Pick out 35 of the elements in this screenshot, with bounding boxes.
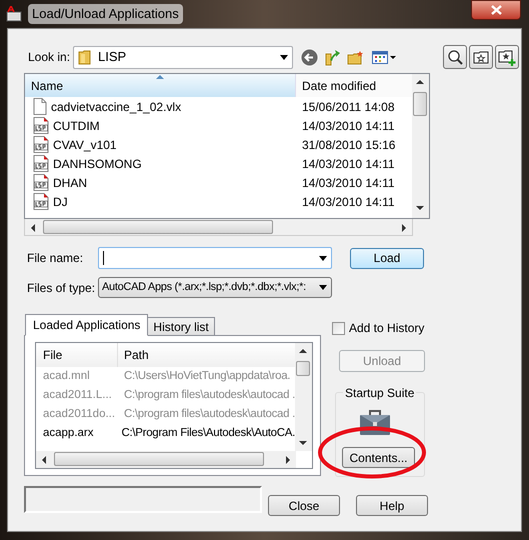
window-title: Load/Unload Applications [28, 4, 183, 24]
file-path: C:\Program Files\Autodesk\AutoCA. [120, 426, 296, 441]
file-name[interactable]: CVAV_v101 [53, 136, 117, 154]
contents-button[interactable]: Contents... [342, 447, 415, 468]
date-modified: 14/03/2010 14:11 [301, 156, 395, 172]
file-name[interactable]: DANHSOMONG [53, 154, 142, 172]
file-name[interactable]: DJ [53, 192, 68, 210]
date-modified: 14/03/2010 14:11 [301, 118, 395, 134]
look-in-dropdown[interactable]: LISP [73, 46, 293, 68]
file-column-header[interactable]: File [36, 343, 118, 367]
tab[interactable]: Loaded Applications [25, 314, 148, 336]
load-button[interactable]: Load [350, 248, 424, 268]
file-name[interactable]: CUTDIM [53, 116, 100, 134]
dialog-button[interactable]: Close [268, 495, 340, 516]
name-column-header[interactable]: Name [25, 74, 296, 97]
dialog-button[interactable]: Help [356, 495, 428, 516]
file-name-label: File name: [26, 250, 84, 267]
date-modified: 15/06/2011 14:08 [301, 98, 395, 116]
file-path: C:\Users\HoVietTung\appdata\roa. [123, 368, 290, 384]
look-in-value: LISP [98, 48, 128, 66]
file-name[interactable]: DHAN [53, 174, 88, 192]
files-of-type-value: AutoCAD Apps (*.arx;*.lsp;*.dvb;*.dbx;*.vlx;*: [102, 280, 307, 296]
date-modified: 31/08/2010 15:16 [301, 136, 396, 154]
file-path: C:\program files\autodesk\autocad . [123, 388, 296, 403]
date-modified: 14/03/2010 14:11 [301, 194, 395, 210]
files-of-type-dropdown[interactable]: AutoCAD Apps (*.arx;*.lsp;*.dvb;*.dbx;*.vlx;*: [98, 277, 332, 298]
date-column-header[interactable]: Date modified [296, 74, 412, 97]
tab[interactable]: History list [147, 317, 215, 336]
file-name[interactable]: acapp.arx [36, 424, 116, 442]
file-name[interactable]: cadvietvaccine_1_02.vlx [51, 98, 182, 116]
files-of-type-label: Files of type: [26, 280, 96, 296]
look-in-label: Look in: [27, 49, 72, 66]
date-modified: 14/03/2010 14:11 [301, 174, 395, 192]
file-path: C:\program files\autodesk\autocad . [123, 406, 296, 422]
add-to-history-label: Add to History [349, 320, 424, 337]
